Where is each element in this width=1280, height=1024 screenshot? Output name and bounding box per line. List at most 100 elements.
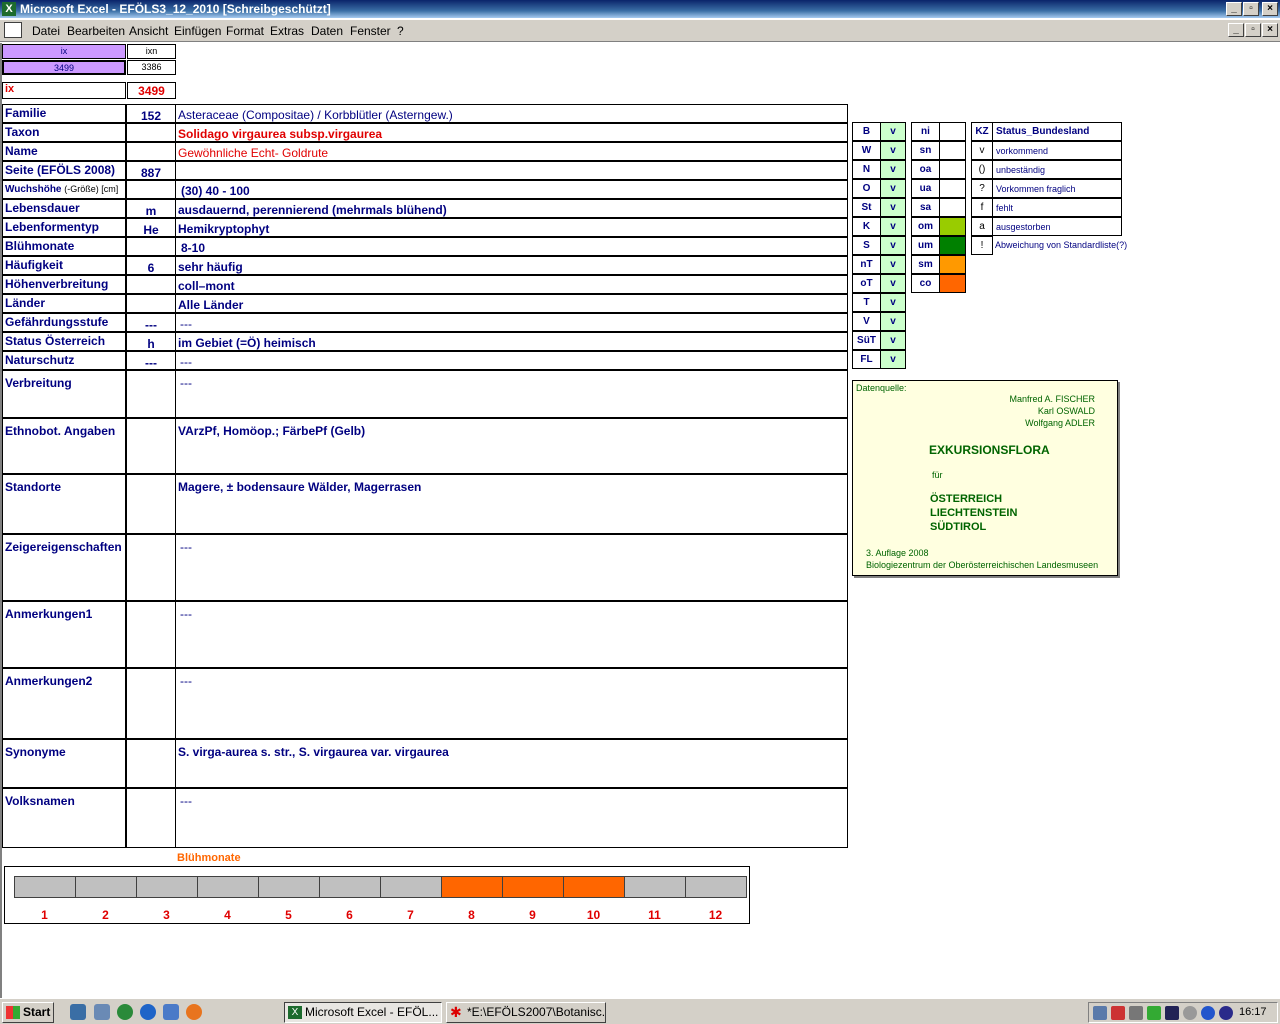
row-text-0[interactable]: Asteraceae (Compositae) / Korbblütler (A… bbox=[175, 104, 848, 123]
menu-bearbeiten[interactable]: Bearbeiten bbox=[67, 24, 125, 38]
region-status-1[interactable]: v bbox=[880, 141, 906, 160]
row-text-17[interactable]: --- bbox=[175, 534, 848, 601]
menu-format[interactable]: Format bbox=[226, 24, 264, 38]
row-code-21[interactable] bbox=[126, 788, 176, 848]
close-button[interactable]: × bbox=[1262, 2, 1278, 16]
row-code-4[interactable] bbox=[126, 180, 176, 199]
menu-fenster[interactable]: Fenster bbox=[350, 24, 391, 38]
row-text-1[interactable]: Solidago virgaurea subsp.virgaurea bbox=[175, 123, 848, 142]
altitude-color-5[interactable] bbox=[939, 217, 966, 236]
altitude-color-0[interactable] bbox=[939, 122, 966, 141]
document-icon[interactable] bbox=[4, 22, 22, 38]
internet-explorer-icon[interactable] bbox=[140, 1004, 156, 1020]
tray-shield-icon[interactable] bbox=[1165, 1006, 1179, 1020]
menu-datei[interactable]: Datei bbox=[32, 24, 60, 38]
tray-search-icon[interactable] bbox=[1129, 1006, 1143, 1020]
row-text-18[interactable]: --- bbox=[175, 601, 848, 668]
tray-app-icon-2[interactable] bbox=[1183, 1006, 1197, 1020]
region-status-0[interactable]: v bbox=[880, 122, 906, 141]
tray-volume-icon[interactable] bbox=[1111, 1006, 1125, 1020]
ix-row-value[interactable]: 3499 bbox=[127, 82, 176, 99]
menu-ansicht[interactable]: Ansicht bbox=[129, 24, 168, 38]
row-code-15[interactable] bbox=[126, 418, 176, 474]
start-button[interactable]: Start bbox=[2, 1002, 54, 1023]
region-status-5[interactable]: v bbox=[880, 217, 906, 236]
row-code-9[interactable] bbox=[126, 275, 176, 294]
altitude-color-1[interactable] bbox=[939, 141, 966, 160]
altitude-color-8[interactable] bbox=[939, 274, 966, 293]
row-code-19[interactable] bbox=[126, 668, 176, 739]
tray-app-icon-3[interactable] bbox=[1219, 1006, 1233, 1020]
menu-extras[interactable]: Extras bbox=[270, 24, 304, 38]
altitude-color-6[interactable] bbox=[939, 236, 966, 255]
row-code-7[interactable] bbox=[126, 237, 176, 256]
region-status-7[interactable]: v bbox=[880, 255, 906, 274]
row-code-0[interactable]: 152 bbox=[126, 104, 176, 123]
row-text-3[interactable] bbox=[175, 161, 848, 180]
firefox-icon[interactable] bbox=[186, 1004, 202, 1020]
media-player-icon[interactable] bbox=[117, 1004, 133, 1020]
tray-app-icon-1[interactable] bbox=[1147, 1006, 1161, 1020]
row-text-20[interactable]: S. virga-aurea s. str., S. virgaurea var… bbox=[175, 739, 848, 788]
row-text-9[interactable]: coll–mont bbox=[175, 275, 848, 294]
outlook-icon[interactable] bbox=[163, 1004, 179, 1020]
ix-value-cell[interactable]: 3499 bbox=[2, 60, 126, 75]
minimize-button[interactable]: _ bbox=[1226, 2, 1242, 16]
row-code-20[interactable] bbox=[126, 739, 176, 788]
row-code-16[interactable] bbox=[126, 474, 176, 534]
altitude-color-4[interactable] bbox=[939, 198, 966, 217]
row-text-7[interactable]: 8-10 bbox=[175, 237, 848, 256]
maximize-button[interactable]: ▫ bbox=[1243, 2, 1259, 16]
row-text-21[interactable]: --- bbox=[175, 788, 848, 848]
doc-minimize-button[interactable]: _ bbox=[1228, 23, 1244, 37]
row-text-6[interactable]: Hemikryptophyt bbox=[175, 218, 848, 237]
row-code-10[interactable] bbox=[126, 294, 176, 313]
row-text-12[interactable]: im Gebiet (=Ö) heimisch bbox=[175, 332, 848, 351]
menu-help[interactable]: ? bbox=[397, 24, 404, 38]
altitude-color-3[interactable] bbox=[939, 179, 966, 198]
row-text-13[interactable]: --- bbox=[175, 351, 848, 370]
quicklaunch-icon-1[interactable] bbox=[70, 1004, 86, 1020]
region-status-11[interactable]: v bbox=[880, 331, 906, 350]
altitude-color-7[interactable] bbox=[939, 255, 966, 274]
row-code-3[interactable]: 887 bbox=[126, 161, 176, 180]
region-status-9[interactable]: v bbox=[880, 293, 906, 312]
menu-daten[interactable]: Daten bbox=[311, 24, 343, 38]
row-code-12[interactable]: h bbox=[126, 332, 176, 351]
row-code-18[interactable] bbox=[126, 601, 176, 668]
menu-einfuegen[interactable]: Einfügen bbox=[174, 24, 221, 38]
region-status-6[interactable]: v bbox=[880, 236, 906, 255]
row-code-17[interactable] bbox=[126, 534, 176, 601]
row-code-14[interactable] bbox=[126, 370, 176, 418]
region-status-8[interactable]: v bbox=[880, 274, 906, 293]
altitude-color-2[interactable] bbox=[939, 160, 966, 179]
task-editor[interactable]: ✱ *E:\EFÖLS2007\Botanisc... bbox=[446, 1002, 606, 1023]
row-code-13[interactable]: --- bbox=[126, 351, 176, 370]
row-text-4[interactable]: (30) 40 - 100 bbox=[175, 180, 848, 199]
row-text-16[interactable]: Magere, ± bodensaure Wälder, Magerrasen bbox=[175, 474, 848, 534]
row-text-19[interactable]: --- bbox=[175, 668, 848, 739]
region-status-10[interactable]: v bbox=[880, 312, 906, 331]
region-status-12[interactable]: v bbox=[880, 350, 906, 369]
doc-restore-button[interactable]: ▫ bbox=[1245, 23, 1261, 37]
ixn-value-cell[interactable]: 3386 bbox=[127, 60, 176, 75]
row-text-11[interactable]: --- bbox=[175, 313, 848, 332]
region-status-3[interactable]: v bbox=[880, 179, 906, 198]
doc-close-button[interactable]: × bbox=[1262, 23, 1278, 37]
row-code-11[interactable]: --- bbox=[126, 313, 176, 332]
row-code-1[interactable] bbox=[126, 123, 176, 142]
row-text-14[interactable]: --- bbox=[175, 370, 848, 418]
region-status-4[interactable]: v bbox=[880, 198, 906, 217]
region-status-2[interactable]: v bbox=[880, 160, 906, 179]
row-text-8[interactable]: sehr häufig bbox=[175, 256, 848, 275]
row-code-6[interactable]: He bbox=[126, 218, 176, 237]
show-desktop-icon[interactable] bbox=[94, 1004, 110, 1020]
row-text-10[interactable]: Alle Länder bbox=[175, 294, 848, 313]
row-code-8[interactable]: 6 bbox=[126, 256, 176, 275]
tray-info-icon[interactable] bbox=[1201, 1006, 1215, 1020]
row-text-5[interactable]: ausdauernd, perennierend (mehrmals blühe… bbox=[175, 199, 848, 218]
row-code-5[interactable]: m bbox=[126, 199, 176, 218]
tray-network-icon[interactable] bbox=[1093, 1006, 1107, 1020]
row-text-2[interactable]: Gewöhnliche Echt- Goldrute bbox=[175, 142, 848, 161]
row-text-15[interactable]: VArzPf, Homöop.; FärbePf (Gelb) bbox=[175, 418, 848, 474]
